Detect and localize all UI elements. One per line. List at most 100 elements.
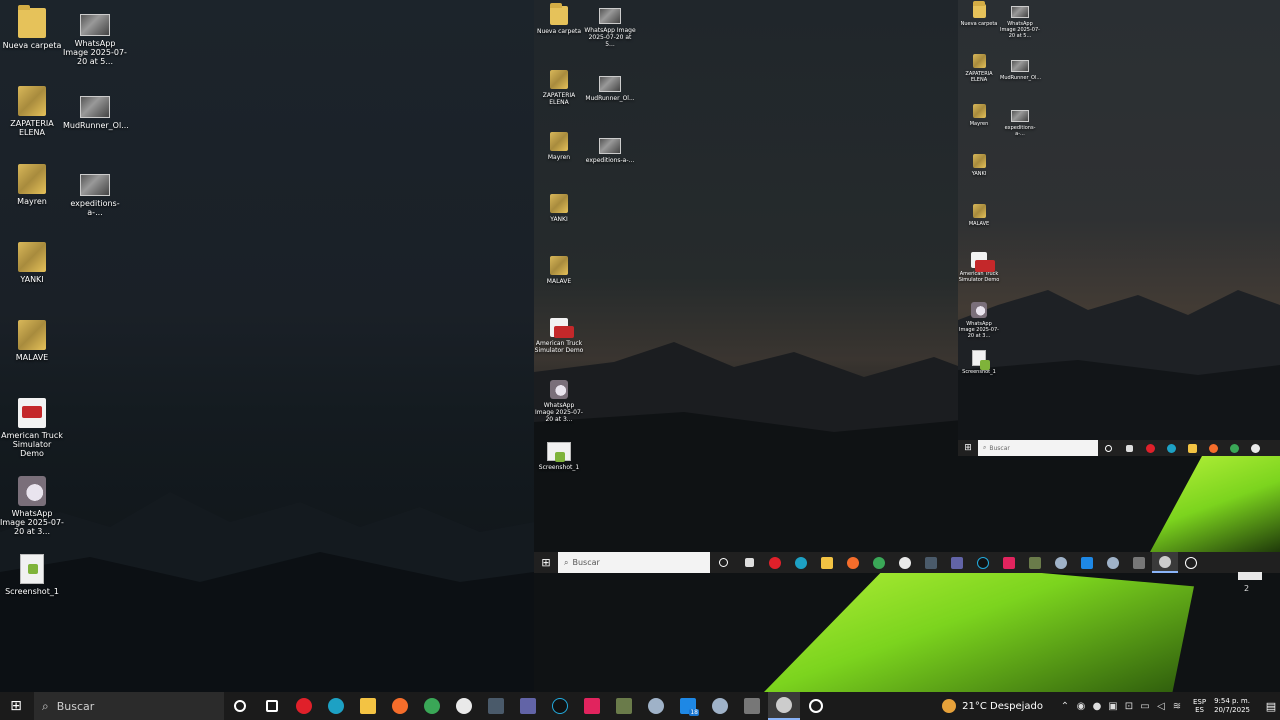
- mid-icon-mayren[interactable]: Mayren: [536, 132, 582, 161]
- media-player-button[interactable]: [1178, 552, 1204, 573]
- mid-icon-whatsapp-image-1[interactable]: WhatsApp Image 2025-07-20 at 5...: [584, 6, 636, 48]
- tiktok-button[interactable]: [970, 552, 996, 573]
- edge-button[interactable]: [1161, 440, 1182, 456]
- chrome-button[interactable]: [1224, 440, 1245, 456]
- start-button[interactable]: ⊞: [958, 440, 978, 456]
- task-view-button[interactable]: [1119, 440, 1140, 456]
- firefox-icon: [847, 556, 859, 569]
- task-view-button[interactable]: [736, 552, 762, 573]
- chrome-button[interactable]: [866, 552, 892, 573]
- mid-icon-screenshot-1[interactable]: Screenshot_1: [536, 442, 582, 471]
- mid-icon-whatsapp-image-2[interactable]: WhatsApp Image 2025-07-20 at 3...: [534, 380, 584, 423]
- desktop-icon-nueva-carpeta[interactable]: Nueva carpeta: [0, 5, 64, 50]
- right-icon-screenshot-1[interactable]: Screenshot_1: [960, 350, 998, 375]
- task-view-button[interactable]: [256, 692, 288, 720]
- cortana-button[interactable]: [1098, 440, 1119, 456]
- mid-icon-yanki[interactable]: YANKI: [536, 194, 582, 223]
- teams-button[interactable]: [512, 692, 544, 720]
- desktop-icon-expeditions[interactable]: expeditions-a-...: [63, 168, 127, 217]
- messenger-button[interactable]: [892, 552, 918, 573]
- mid-icon-mudrunner[interactable]: MudRunner_Ol...: [584, 74, 636, 102]
- battery-icon[interactable]: ▭: [1137, 698, 1153, 714]
- app-window-button[interactable]: [480, 692, 512, 720]
- language-indicator[interactable]: ESP ES: [1193, 698, 1206, 714]
- right-icon-yanki[interactable]: YANKI: [960, 154, 998, 177]
- desktop-icon-mayren[interactable]: Mayren: [0, 164, 64, 206]
- firefox-button[interactable]: [840, 552, 866, 573]
- language-line-2: ES: [1195, 706, 1204, 714]
- desktop-icon-mudrunner[interactable]: MudRunner_Ol...: [63, 90, 129, 130]
- firefox-button[interactable]: [1203, 440, 1224, 456]
- tiktok-pink-button[interactable]: [996, 552, 1022, 573]
- right-icon-whatsapp-image-1[interactable]: WhatsApp Image 2025-07-20 at 5...: [1000, 4, 1040, 39]
- desktop-icon-zapateria-elena[interactable]: ZAPATERIA ELENA: [0, 86, 64, 137]
- edge-button[interactable]: [788, 552, 814, 573]
- start-button[interactable]: ⊞: [0, 692, 32, 720]
- game-app-button[interactable]: [1022, 552, 1048, 573]
- file-explorer-button[interactable]: [352, 692, 384, 720]
- steam-button[interactable]: [640, 692, 672, 720]
- network-icon[interactable]: ⊡: [1121, 698, 1137, 714]
- desktop-icon-american-truck-simulator[interactable]: American Truck Simulator Demo: [0, 398, 64, 458]
- truck-app-button[interactable]: [736, 692, 768, 720]
- teams-button[interactable]: [944, 552, 970, 573]
- right-icon-zapateria-elena[interactable]: ZAPATERIA ELENA: [960, 54, 998, 83]
- mid-icon-american-truck-simulator[interactable]: American Truck Simulator Demo: [534, 318, 584, 354]
- right-icon-whatsapp-image-2[interactable]: WhatsApp Image 2025-07-20 at 3...: [958, 302, 1000, 339]
- store-app-button[interactable]: [1074, 552, 1100, 573]
- media-player-button[interactable]: [800, 692, 832, 720]
- weather-widget[interactable]: 21°C Despejado: [942, 699, 1043, 713]
- opera-button[interactable]: [762, 552, 788, 573]
- opera-button[interactable]: [288, 692, 320, 720]
- steam-button[interactable]: [1048, 552, 1074, 573]
- store-app-button[interactable]: 18: [672, 692, 704, 720]
- search-input-small[interactable]: ⌕ Buscar: [978, 440, 1098, 456]
- desktop-icon-whatsapp-image-2[interactable]: WhatsApp Image 2025-07-20 at 3...: [0, 476, 64, 536]
- right-icon-american-truck-simulator[interactable]: American Truck Simulator Demo: [958, 252, 1000, 283]
- messenger-button[interactable]: [448, 692, 480, 720]
- chrome-button[interactable]: [416, 692, 448, 720]
- mid-icon-zapateria-elena[interactable]: ZAPATERIA ELENA: [536, 70, 582, 106]
- opera-button[interactable]: [1140, 440, 1161, 456]
- edge-button[interactable]: [320, 692, 352, 720]
- desktop-icon-yanki[interactable]: YANKI: [0, 242, 64, 284]
- camera-icon[interactable]: ▣: [1105, 698, 1121, 714]
- obs-button[interactable]: [1152, 552, 1178, 573]
- search-input[interactable]: ⌕ Buscar: [34, 692, 224, 720]
- chevron-up-icon[interactable]: ⌃: [1057, 698, 1073, 714]
- mid-icon-nueva-carpeta[interactable]: Nueva carpeta: [536, 3, 582, 35]
- edge-tray-icon[interactable]: ◉: [1073, 698, 1089, 714]
- game-app-button[interactable]: [608, 692, 640, 720]
- clock[interactable]: 9:54 p. m. 20/7/2025: [1214, 697, 1250, 715]
- microphone-icon[interactable]: ●: [1089, 698, 1105, 714]
- right-icon-mudrunner[interactable]: MudRunner_Ol...: [1000, 58, 1041, 81]
- right-icon-mayren[interactable]: Mayren: [960, 104, 998, 127]
- steam2-button[interactable]: [704, 692, 736, 720]
- steam2-button[interactable]: [1100, 552, 1126, 573]
- wifi-icon[interactable]: ≋: [1169, 698, 1185, 714]
- cortana-button[interactable]: [224, 692, 256, 720]
- file-explorer-button[interactable]: [814, 552, 840, 573]
- firefox-button[interactable]: [384, 692, 416, 720]
- notification-icon[interactable]: ▤: [1262, 700, 1280, 713]
- right-icon-nueva-carpeta[interactable]: Nueva carpeta: [960, 1, 998, 27]
- cortana-button[interactable]: [710, 552, 736, 573]
- right-icon-malave[interactable]: MALAVE: [960, 204, 998, 227]
- desktop-icon-screenshot-1[interactable]: Screenshot_1: [0, 554, 64, 596]
- desktop-icon-malave[interactable]: MALAVE: [0, 320, 64, 362]
- messenger-button[interactable]: [1245, 440, 1266, 456]
- tiktok-pink-button[interactable]: [576, 692, 608, 720]
- tiktok-button[interactable]: [544, 692, 576, 720]
- obs-button[interactable]: [768, 692, 800, 720]
- file-explorer-button[interactable]: [1182, 440, 1203, 456]
- volume-icon[interactable]: ◁: [1153, 698, 1169, 714]
- firefox-icon: [392, 698, 408, 714]
- truck-app-button[interactable]: [1126, 552, 1152, 573]
- mid-icon-malave[interactable]: MALAVE: [536, 256, 582, 285]
- right-icon-expeditions[interactable]: expeditions-a-...: [1000, 108, 1040, 137]
- search-input-mid[interactable]: ⌕ Buscar: [558, 552, 710, 573]
- start-button[interactable]: ⊞: [534, 552, 558, 573]
- mid-icon-expeditions[interactable]: expeditions-a-...: [584, 136, 636, 164]
- desktop-icon-whatsapp-image-1[interactable]: WhatsApp Image 2025-07-20 at 5...: [63, 8, 127, 66]
- app-window-button[interactable]: [918, 552, 944, 573]
